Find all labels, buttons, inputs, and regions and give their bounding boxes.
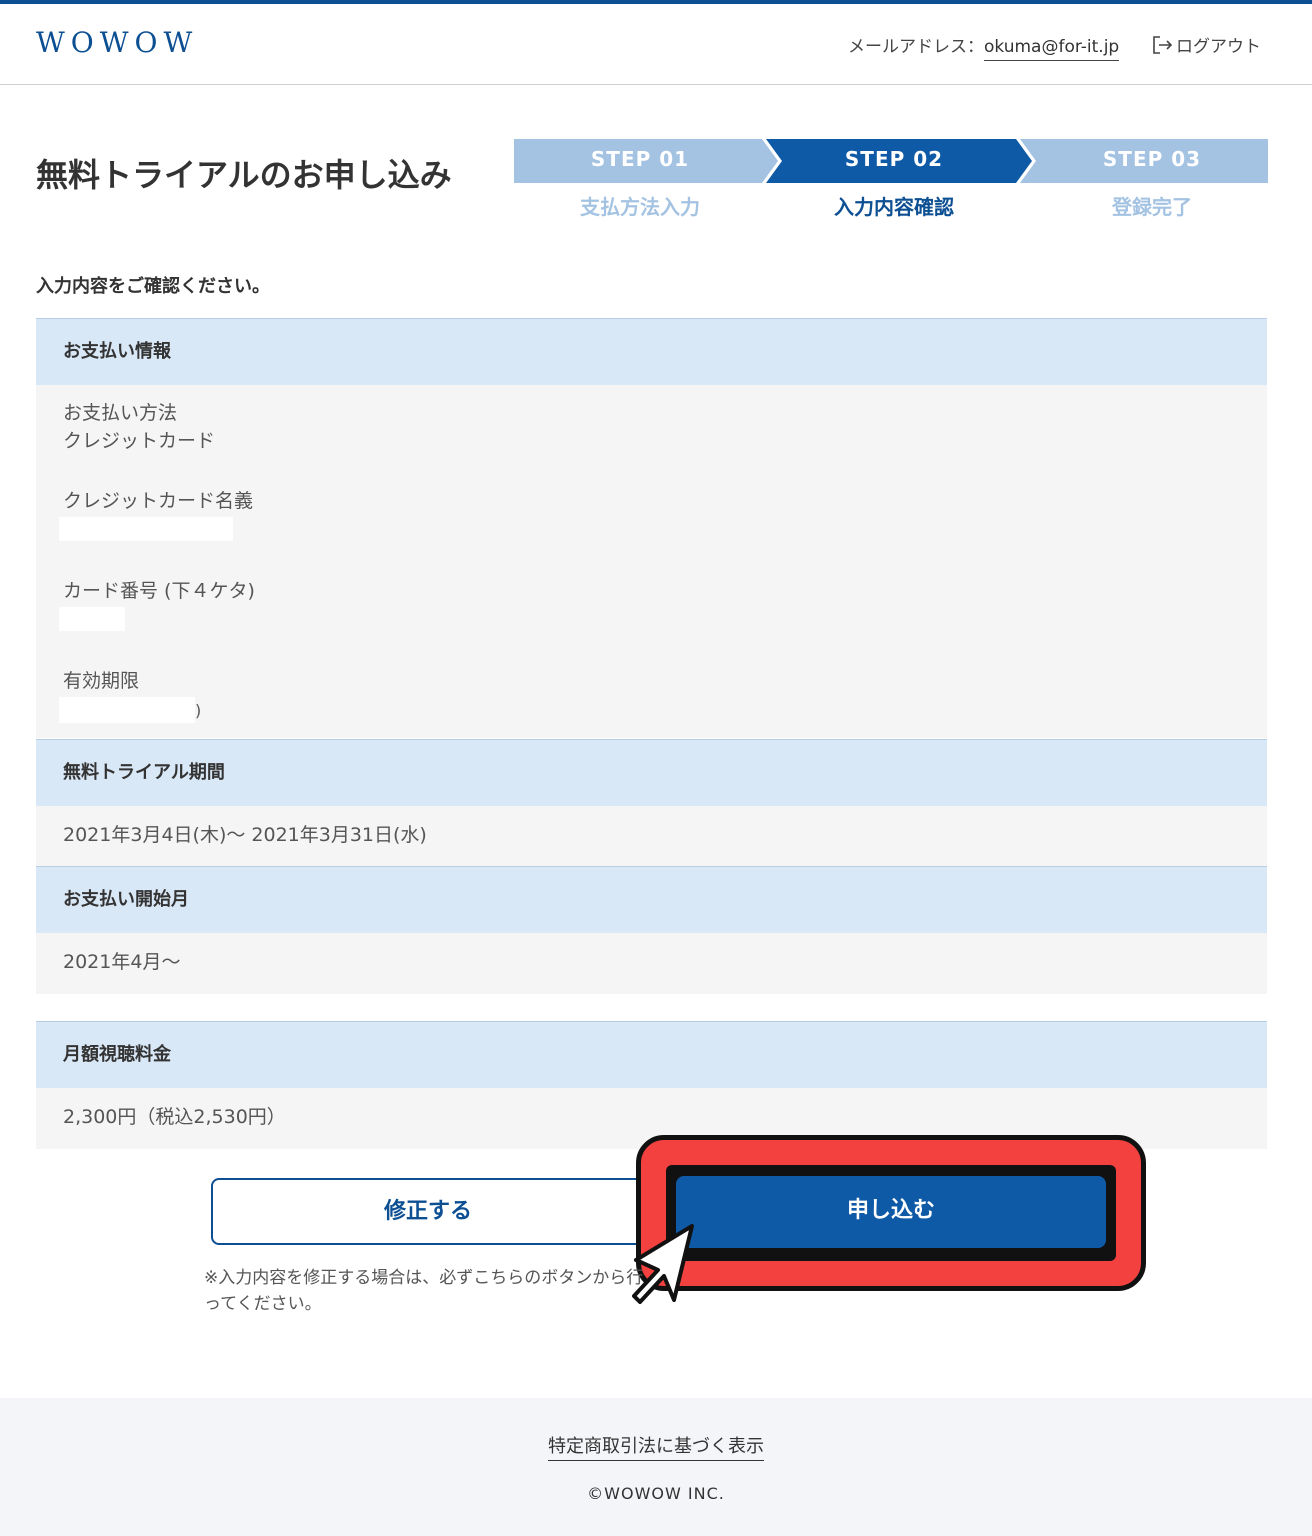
- expiry-label: 有効期限: [63, 670, 140, 692]
- payment-method-label: お支払い方法: [63, 402, 178, 424]
- step-02-sub: 入力内容確認: [834, 195, 954, 219]
- step-01-sub: 支払方法入力: [580, 195, 700, 219]
- step-01-label: STEP 01: [590, 147, 690, 171]
- account-email: メールアドレス：okuma@for-it.jp: [848, 32, 1120, 61]
- billing-start-heading: お支払い開始月: [36, 866, 1267, 933]
- email-label: メールアドレス：: [848, 37, 984, 57]
- monthly-fee-section: 月額視聴料金 2,300円（税込2,530円）: [36, 1021, 1267, 1149]
- logout-icon: [1152, 35, 1174, 57]
- trial-section: 無料トライアル期間 2021年3月4日(木)～ 2021年3月31日(水): [36, 739, 1267, 867]
- step-03-sub: 登録完了: [1112, 195, 1192, 219]
- card-number-redacted: [59, 607, 125, 631]
- email-link[interactable]: okuma@for-it.jp: [984, 37, 1120, 61]
- payment-section: お支払い情報 お支払い方法 クレジットカード クレジットカード名義 カード番号 …: [36, 318, 1267, 738]
- copyright: ©WOWOW INC.: [587, 1484, 725, 1503]
- site-footer: 特定商取引法に基づく表示 ©WOWOW INC.: [0, 1398, 1312, 1536]
- page-title: 無料トライアルのお申し込み: [36, 156, 452, 194]
- step-03-label: STEP 03: [1102, 147, 1202, 171]
- logout-label: ログアウト: [1176, 37, 1261, 57]
- logout-link[interactable]: ログアウト: [1152, 32, 1261, 57]
- trial-heading: 無料トライアル期間: [36, 739, 1267, 806]
- fix-button[interactable]: 修正する: [211, 1178, 645, 1245]
- billing-start-section: お支払い開始月 2021年4月～: [36, 866, 1267, 994]
- step-02-label: STEP 02: [844, 147, 944, 171]
- legal-notice-link[interactable]: 特定商取引法に基づく表示: [0, 1432, 1312, 1461]
- payment-method-value: クレジットカード: [63, 430, 216, 452]
- monthly-fee-heading: 月額視聴料金: [36, 1021, 1267, 1088]
- fix-note: ※入力内容を修正する場合は、必ずこちらのボタンから行ってください。: [204, 1268, 644, 1314]
- expiry-redacted: [59, 697, 195, 723]
- trial-value: 2021年3月4日(木)～ 2021年3月31日(水): [36, 806, 1267, 867]
- step-indicator: STEP 01 STEP 02 STEP 03 支払方法入力 入力内容確認 登録…: [514, 139, 1268, 229]
- card-name-redacted: [59, 517, 233, 541]
- expiry-row: ): [59, 697, 1267, 723]
- wowow-logo[interactable]: WOWOW: [36, 26, 198, 59]
- billing-start-value: 2021年4月～: [36, 933, 1267, 994]
- apply-button[interactable]: 申し込む: [676, 1176, 1106, 1248]
- card-number-label: カード番号 (下４ケタ): [63, 580, 255, 602]
- site-header: WOWOW メールアドレス：okuma@for-it.jp ログアウト: [0, 4, 1312, 85]
- payment-heading: お支払い情報: [36, 318, 1267, 385]
- legal-notice-label: 特定商取引法に基づく表示: [548, 1436, 764, 1461]
- card-name-label: クレジットカード名義: [63, 490, 254, 512]
- payment-body: お支払い方法 クレジットカード クレジットカード名義 カード番号 (下４ケタ) …: [36, 385, 1267, 738]
- instruction-text: 入力内容をご確認ください。: [36, 276, 270, 297]
- pointer-cursor-icon: [632, 1224, 694, 1304]
- expiry-tail: ): [195, 700, 202, 720]
